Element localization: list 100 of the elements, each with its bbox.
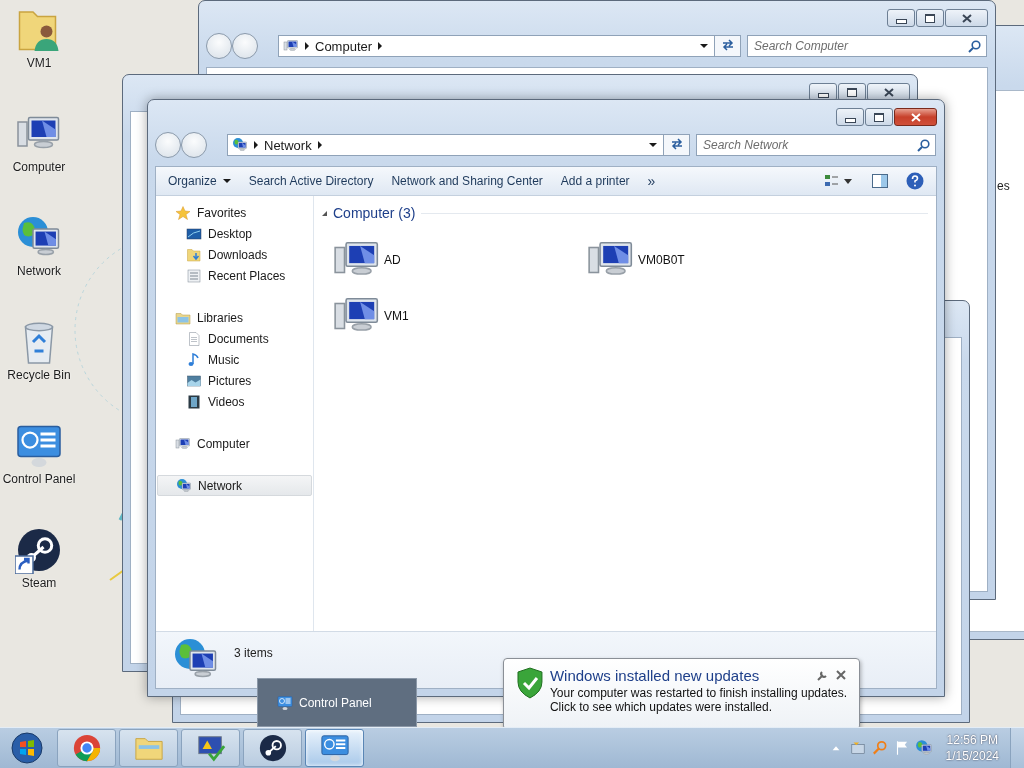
navigation-item[interactable]: Videos bbox=[157, 391, 312, 412]
search-icon bbox=[968, 40, 981, 53]
breadcrumb-arrow-icon bbox=[305, 42, 309, 50]
dropdown-arrow-icon bbox=[649, 143, 657, 147]
steam-icon[interactable] bbox=[15, 526, 63, 574]
address-bar[interactable]: Computer bbox=[278, 35, 715, 57]
close-icon bbox=[910, 112, 921, 122]
notification-text: Click to see which updates were installed. bbox=[549, 700, 773, 714]
minimize-button[interactable] bbox=[836, 108, 864, 126]
breadcrumb-arrow-icon bbox=[378, 42, 383, 50]
recent-places-icon bbox=[186, 267, 202, 284]
navigation-item[interactable]: Desktop bbox=[157, 223, 312, 244]
maximize-button[interactable] bbox=[865, 108, 893, 126]
computer-name[interactable]: VM1 bbox=[384, 309, 409, 323]
control-panel-icon bbox=[277, 694, 293, 711]
search-field[interactable]: Search Network bbox=[696, 134, 936, 156]
navigation-item[interactable]: Recent Places bbox=[157, 265, 312, 286]
refresh-arrows-icon bbox=[720, 38, 735, 51]
navigation-label[interactable]: Videos bbox=[208, 394, 245, 409]
desktop-icon-label[interactable]: Control Panel bbox=[2, 472, 76, 486]
computer-icon bbox=[175, 435, 191, 452]
breadcrumb-arrow-icon bbox=[254, 141, 258, 149]
picture-icon bbox=[186, 372, 202, 389]
breadcrumb[interactable]: Network bbox=[264, 137, 312, 153]
toolbar-button[interactable]: Search Active Directory bbox=[242, 171, 380, 191]
navigation-item[interactable]: Libraries bbox=[157, 307, 312, 328]
navigation-label[interactable]: Computer bbox=[197, 436, 250, 451]
close-icon[interactable] bbox=[836, 670, 846, 680]
close-button[interactable] bbox=[894, 108, 937, 126]
network-icon bbox=[232, 137, 248, 153]
toolbar-button[interactable]: Network and Sharing Center bbox=[385, 171, 549, 191]
navigation-label[interactable]: Libraries bbox=[197, 310, 244, 325]
desktop-icon-label[interactable]: Computer bbox=[12, 160, 66, 174]
thumbnail-title: Control Panel bbox=[299, 695, 372, 710]
navigation-item[interactable]: Documents bbox=[157, 328, 312, 349]
preview-pane-icon bbox=[872, 174, 888, 188]
shield-check-icon bbox=[516, 667, 544, 699]
collapse-triangle-icon[interactable] bbox=[322, 210, 327, 216]
refresh-arrows-icon bbox=[669, 137, 684, 150]
toolbar-button[interactable]: Add a printer bbox=[554, 171, 636, 191]
document-icon bbox=[186, 330, 202, 347]
navigation-label[interactable]: Music bbox=[208, 352, 240, 367]
breadcrumb[interactable]: Computer bbox=[315, 38, 373, 54]
network-icon bbox=[176, 477, 192, 494]
film-icon bbox=[186, 393, 202, 410]
search-field[interactable]: Search Computer bbox=[747, 35, 987, 57]
close-icon bbox=[961, 13, 972, 23]
computer-name[interactable]: VM0B0T bbox=[638, 253, 685, 267]
refresh-button[interactable] bbox=[663, 134, 690, 156]
navigation-label[interactable]: Documents bbox=[208, 331, 269, 346]
navigation-item[interactable]: Pictures bbox=[157, 370, 312, 391]
navigation-item[interactable]: Network bbox=[157, 475, 312, 496]
desktop-icon-label[interactable]: VM1 bbox=[26, 56, 52, 70]
downloads-folder-icon bbox=[186, 246, 202, 263]
refresh-button[interactable] bbox=[714, 35, 741, 57]
item-count: 3 items bbox=[234, 646, 273, 660]
navigation-label[interactable]: Recent Places bbox=[208, 268, 286, 283]
navigation-item[interactable]: Computer bbox=[157, 433, 312, 454]
notification-balloon[interactable]: Windows installed new updates Your computer was restarted to finish installing updates. Click to see which updates were installed. bbox=[503, 658, 860, 727]
window-text-fragment: es bbox=[997, 179, 1010, 193]
breadcrumb-arrow-icon bbox=[317, 141, 322, 149]
chrome-icon bbox=[71, 733, 102, 763]
desktop-icon-label[interactable]: Network bbox=[17, 264, 61, 278]
navigation-label[interactable]: Downloads bbox=[208, 247, 268, 262]
notification-text: Your computer was restarted to finish installing updates. bbox=[549, 686, 847, 700]
navigation-item[interactable]: Music bbox=[157, 349, 312, 370]
desktop-icon-label[interactable]: Recycle Bin bbox=[7, 368, 71, 382]
toolbar-button[interactable]: Organize bbox=[162, 171, 237, 191]
music-note-icon bbox=[186, 351, 202, 368]
star-icon bbox=[175, 204, 191, 221]
taskbar-button[interactable] bbox=[243, 729, 302, 767]
navigation-label[interactable]: Network bbox=[198, 478, 242, 493]
search-icon bbox=[917, 139, 930, 152]
maximize-button[interactable] bbox=[916, 9, 944, 27]
desktop-icon-label[interactable]: Steam bbox=[21, 576, 57, 590]
address-bar[interactable]: Network bbox=[227, 134, 664, 156]
windows-logo-icon bbox=[11, 732, 43, 764]
navigation-label[interactable]: Pictures bbox=[208, 373, 252, 388]
view-list-icon bbox=[824, 173, 854, 189]
control-panel-icon bbox=[319, 733, 350, 763]
help-icon bbox=[906, 172, 924, 190]
computer-name[interactable]: AD bbox=[384, 253, 401, 267]
close-icon bbox=[883, 87, 894, 97]
dropdown-arrow-icon bbox=[700, 44, 708, 48]
monitor-warning-icon bbox=[195, 733, 226, 763]
taskbar-thumbnail-popup[interactable]: Control Panel bbox=[257, 678, 417, 727]
wrench-icon[interactable] bbox=[817, 670, 828, 681]
network-status-icon[interactable] bbox=[914, 739, 933, 757]
navigation-item[interactable]: Favorites bbox=[157, 202, 312, 223]
navigation-item[interactable]: Downloads bbox=[157, 244, 312, 265]
group-header[interactable]: Computer (3) bbox=[333, 205, 416, 221]
steam-icon bbox=[257, 733, 288, 763]
minimize-button[interactable] bbox=[887, 9, 915, 27]
notification-title: Windows installed new updates bbox=[549, 667, 760, 684]
close-button[interactable] bbox=[945, 9, 988, 27]
computer-icon bbox=[283, 38, 299, 54]
navigation-label[interactable]: Favorites bbox=[197, 205, 247, 220]
desktop-icon bbox=[186, 225, 202, 242]
navigation-label[interactable]: Desktop bbox=[208, 226, 253, 241]
more-commands-button[interactable]: » bbox=[641, 173, 662, 189]
